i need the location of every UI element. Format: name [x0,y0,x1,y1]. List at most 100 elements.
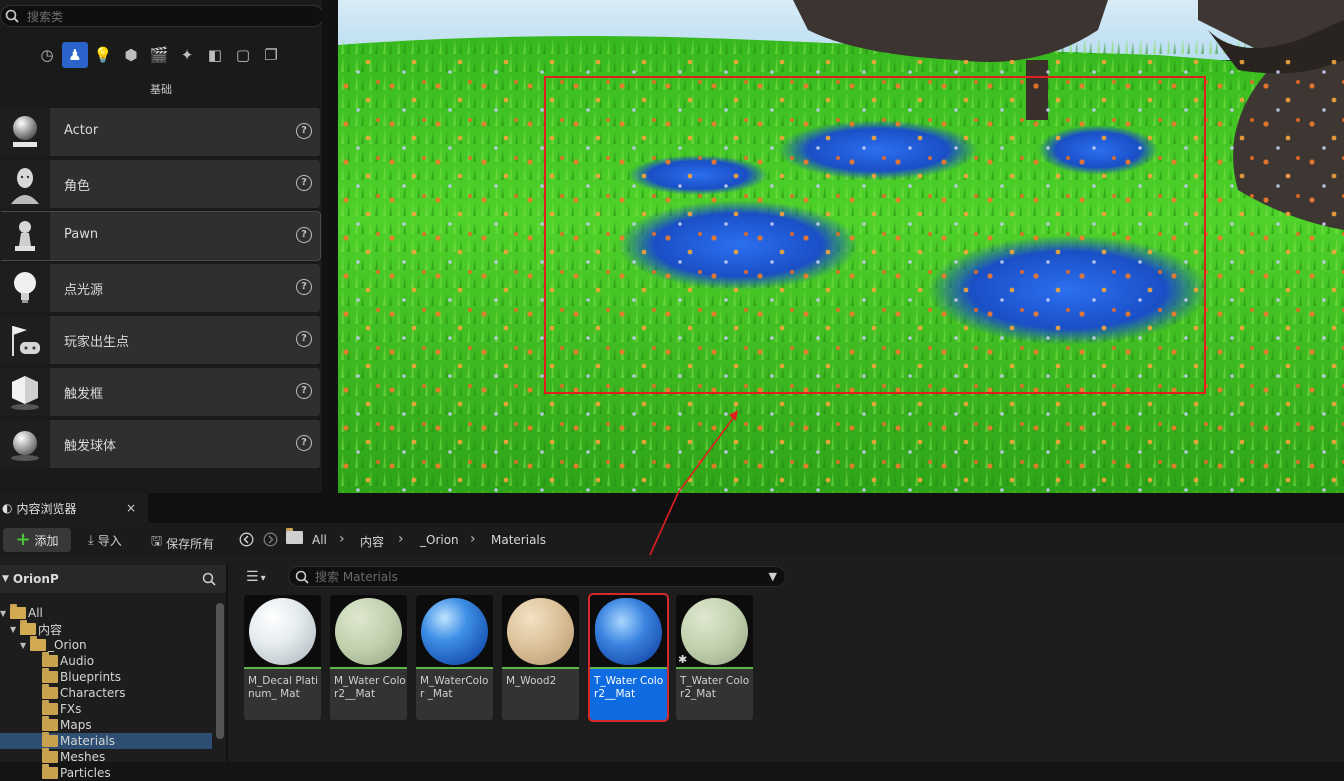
lights-icon[interactable]: 💡 [90,42,116,68]
help-icon[interactable]: ? [296,435,312,451]
tree-item-content[interactable]: ▼ 内容 [10,620,62,637]
history-back-button[interactable] [239,532,254,547]
cinematic-icon[interactable]: 🎬 [146,42,172,68]
save-all-button[interactable]: 🖫 保存所有 [151,532,214,554]
actor-item-label: Pawn [64,227,99,242]
chevron-down-icon: ▾ [260,573,266,584]
actor-item-character[interactable]: 角色 ? [0,160,320,208]
tree-item-blueprints[interactable]: Blueprints [42,668,122,685]
asset-tile[interactable]: M_WaterColor _Mat [416,595,493,720]
help-icon[interactable]: ? [296,279,312,295]
tree-item-materials[interactable]: Materials [42,732,115,749]
actor-item-trigger-sphere[interactable]: 触发球体 ? [0,420,320,468]
grass-scene-image [338,0,1344,493]
geometry-icon[interactable]: ◧ [202,42,228,68]
material-type-bar [416,667,493,669]
tab-content-browser[interactable]: ◐ 内容浏览器 × [0,493,148,523]
place-actors-panel: 搜索类 ◷ ♟ 💡 ⬢ 🎬 ✦ ◧ ▢ ❐ 基础 Actor ? 角色 ? Pa… [0,0,334,493]
actor-item-label: 角色 [64,179,91,194]
basic-icon[interactable]: ♟ [62,42,88,68]
help-icon[interactable]: ? [296,331,312,347]
content-browser-body: ▼ OrionP ▼ All ▼ 内容 ▼ _Orion Audio Blueprin… [0,493,1344,780]
breadcrumb-orion[interactable]: _Orion [420,533,459,547]
tree-item-fxs[interactable]: FXs [42,700,81,717]
chevron-right-icon[interactable]: › [470,531,476,547]
panel-splitter[interactable] [322,0,338,493]
asset-thumbnail [502,595,579,669]
point-light-icon [0,264,50,312]
shapes-icon[interactable]: ⬢ [118,42,144,68]
actor-search-input[interactable]: 搜索类 [0,5,324,27]
volumes-icon[interactable]: ▢ [230,42,256,68]
import-button[interactable]: ⤓ 导入 [88,532,122,549]
breadcrumb-content[interactable]: 内容 [360,533,384,550]
asset-search-placeholder: 搜索 Materials [315,570,398,584]
tree-item-meshes[interactable]: Meshes [42,748,105,765]
asset-tile[interactable]: ✱ T_Water Color2_Mat [676,595,753,720]
tree-item-orion[interactable]: ▼ _Orion [20,636,87,653]
visual-effects-icon[interactable]: ✦ [174,42,200,68]
actor-item-label: 点光源 [64,283,104,298]
history-forward-button[interactable] [263,532,278,547]
help-icon[interactable]: ? [296,383,312,399]
modified-asterisk-icon: ✱ [678,653,688,666]
breadcrumb-all[interactable]: All [312,533,327,547]
save-icon: 🖫 [151,534,163,549]
chevron-down-icon[interactable]: ▼ [769,570,777,583]
tree-scrollbar[interactable] [216,603,224,739]
folder-open-icon [20,620,36,635]
asset-search-input[interactable]: 搜索 Materials ▼ [288,566,786,587]
search-icon [5,9,19,23]
search-icon [295,570,309,584]
folder-icon [42,716,58,731]
tree-header[interactable]: ▼ OrionP [0,565,226,593]
chevron-down-icon: ▼ [20,640,27,650]
tree-item-label: Blueprints [60,670,122,684]
search-icon[interactable] [202,572,216,586]
tree-item-maps[interactable]: Maps [42,716,92,733]
asset-name: M_Decal Platinum_ Mat [248,675,319,700]
chevron-down-icon: ▼ [0,608,7,618]
folder-icon [42,652,58,667]
breadcrumb-materials[interactable]: Materials [491,533,546,547]
close-icon[interactable]: × [126,501,136,515]
tree-item-label: Characters [60,686,126,700]
actor-item-actor[interactable]: Actor ? [0,108,320,156]
help-icon[interactable]: ? [296,175,312,191]
material-type-bar [244,667,321,669]
forward-arrow-icon [263,532,278,547]
asset-name: M_Water Color2__Mat [334,675,406,700]
actor-item-label: 触发框 [64,387,104,402]
help-icon[interactable]: ? [296,123,312,139]
filter-icon: ☰ [246,569,259,585]
asset-name: M_WaterColor _Mat [420,675,489,700]
folder-icon[interactable] [286,528,305,544]
tree-item-audio[interactable]: Audio [42,652,94,669]
pawn-icon [0,212,50,260]
actor-item-player-start[interactable]: 玩家出生点 ? [0,316,320,364]
actor-item-pawn[interactable]: Pawn ? [0,211,321,261]
chevron-right-icon[interactable]: › [339,531,345,547]
actor-item-point-light[interactable]: 点光源 ? [0,264,320,312]
character-icon [0,160,50,208]
filter-button[interactable]: ☰ ▾ [246,569,266,585]
folder-icon [42,748,58,763]
asset-tile[interactable]: M_Decal Platinum_ Mat [244,595,321,720]
all-classes-icon[interactable]: ❐ [258,42,284,68]
tree-item-characters[interactable]: Characters [42,684,126,701]
asset-name: T_Water Color2_Mat [680,675,750,700]
folder-icon [42,668,58,683]
add-button[interactable]: + 添加 [3,528,71,552]
tree-item-all[interactable]: ▼ All [0,604,43,621]
asset-tile-selected[interactable]: T_Water Color2__Mat [588,593,669,722]
trigger-box-icon [0,368,50,416]
asset-tile[interactable]: M_Water Color2__Mat [330,595,407,720]
chevron-right-icon[interactable]: › [398,531,404,547]
tree-item-particles[interactable]: Particles [42,764,111,781]
actor-item-trigger-box[interactable]: 触发框 ? [0,368,320,416]
level-viewport[interactable] [338,0,1344,493]
recent-icon[interactable]: ◷ [34,42,60,68]
help-icon[interactable]: ? [296,227,312,243]
asset-thumbnail [244,595,321,669]
asset-tile[interactable]: M_Wood2 [502,595,579,720]
